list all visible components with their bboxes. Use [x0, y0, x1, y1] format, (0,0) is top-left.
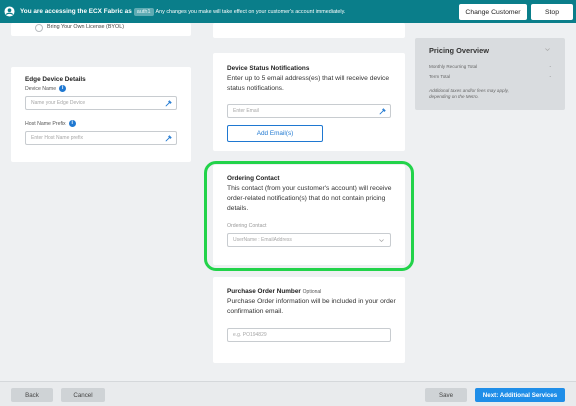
- purchase-order-description: Purchase Order information will be inclu…: [227, 298, 396, 315]
- ordering-contact-highlight: [204, 161, 414, 271]
- save-button[interactable]: Save: [425, 388, 467, 402]
- byol-radio[interactable]: [35, 24, 43, 32]
- byol-label: Bring Your Own License (BYOL): [47, 24, 125, 30]
- impersonation-banner: You are accessing the ECX Fabric as auth…: [0, 0, 576, 23]
- device-name-label-text: Device Name: [25, 85, 57, 92]
- device-name-label: Device Name i: [25, 85, 67, 92]
- license-card: Bring Your Own License (BYOL): [11, 23, 191, 36]
- user-circle-icon: [4, 6, 15, 17]
- host-name-label-text: Host Name Prefix: [25, 120, 66, 127]
- chevron-down-icon[interactable]: [544, 46, 551, 53]
- pricing-row-monthly: Monthly Recurring Total -: [429, 64, 551, 69]
- pricing-row-value: -: [549, 74, 551, 79]
- info-icon[interactable]: i: [59, 85, 67, 92]
- pricing-row-value: -: [549, 64, 551, 69]
- device-status-notifications-card: Device Status Notifications Enter up to …: [213, 53, 405, 151]
- email-placeholder: Enter Email: [233, 108, 259, 114]
- info-icon[interactable]: i: [68, 120, 76, 127]
- next-button[interactable]: Next: Additional Services: [475, 388, 565, 402]
- host-name-input[interactable]: Enter Host Name prefix: [25, 131, 177, 145]
- wrench-icon: [165, 135, 172, 142]
- back-button[interactable]: Back: [11, 388, 53, 402]
- wrench-icon: [379, 108, 386, 115]
- edge-device-details-card: Edge Device Details Device Name i Name y…: [11, 67, 191, 162]
- banner-username: auth1: [133, 7, 154, 16]
- banner-message: Any changes you make will take effect on…: [155, 8, 346, 15]
- purchase-order-input[interactable]: e.g. PO194829: [227, 328, 391, 342]
- purchase-order-placeholder: e.g. PO194829: [233, 332, 267, 338]
- stop-button[interactable]: Stop: [531, 4, 573, 20]
- top-center-card: [213, 23, 405, 38]
- banner-prefix: You are accessing the ECX Fabric as: [20, 8, 132, 15]
- wrench-icon: [165, 100, 172, 107]
- optional-label: Optional: [302, 289, 322, 295]
- notifications-description: Enter up to 5 email address(es) that wil…: [227, 75, 390, 92]
- pricing-row-label: Monthly Recurring Total: [429, 64, 478, 69]
- pricing-overview-panel: Pricing Overview Monthly Recurring Total…: [415, 38, 565, 110]
- device-name-input[interactable]: Name your Edge Device: [25, 96, 177, 110]
- edge-device-details-title: Edge Device Details: [25, 76, 86, 83]
- add-emails-button[interactable]: Add Email(s): [227, 125, 323, 142]
- purchase-order-card: Purchase Order Number Optional Purchase …: [213, 277, 405, 363]
- purchase-order-title-text: Purchase Order Number: [227, 288, 301, 295]
- change-customer-button[interactable]: Change Customer: [459, 4, 527, 20]
- host-name-placeholder: Enter Host Name prefix: [31, 135, 83, 141]
- host-name-label: Host Name Prefix i: [25, 120, 76, 127]
- footer-bar: Back Cancel Save Next: Additional Servic…: [0, 381, 576, 406]
- cancel-button[interactable]: Cancel: [61, 388, 105, 402]
- pricing-note: Additional taxes and/or fees may apply, …: [429, 88, 509, 100]
- notifications-title: Device Status Notifications: [227, 65, 310, 72]
- purchase-order-title: Purchase Order Number Optional: [227, 288, 321, 295]
- device-name-placeholder: Name your Edge Device: [31, 100, 86, 106]
- pricing-overview-title: Pricing Overview: [429, 46, 489, 55]
- pricing-row-label: Term Total: [429, 74, 451, 79]
- email-input[interactable]: Enter Email: [227, 104, 391, 118]
- pricing-row-term: Term Total -: [429, 74, 551, 79]
- add-emails-label: Add Email(s): [256, 130, 294, 137]
